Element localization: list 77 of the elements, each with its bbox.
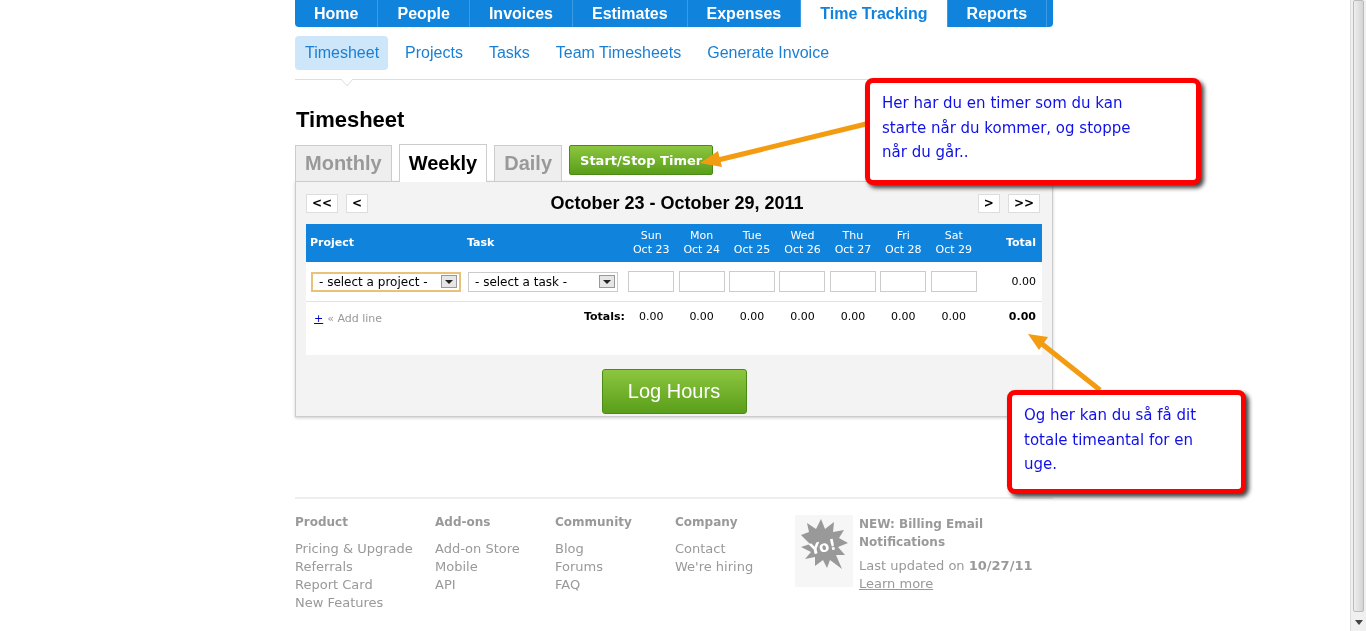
footer-link[interactable]: Report Card bbox=[295, 576, 435, 594]
hours-input[interactable] bbox=[729, 271, 776, 292]
subnav-tab[interactable]: Projects bbox=[395, 36, 472, 70]
column-header: Task bbox=[463, 224, 626, 262]
nav-tab[interactable]: Estimates bbox=[572, 0, 688, 27]
hours-input[interactable] bbox=[779, 271, 826, 292]
speech-burst-icon: Yo! bbox=[795, 515, 853, 587]
grand-total: 0.00 bbox=[979, 301, 1042, 331]
table-cell: 0.00 bbox=[777, 301, 828, 331]
column-header: Sun Oct 23 bbox=[626, 224, 677, 262]
first-week-button[interactable]: << bbox=[306, 193, 339, 213]
hours-input[interactable] bbox=[880, 271, 927, 292]
column-header: Tue Oct 25 bbox=[726, 224, 778, 262]
page-title: Timesheet bbox=[296, 107, 405, 133]
subnav-tab[interactable]: Generate Invoice bbox=[697, 36, 839, 70]
footer-link[interactable]: Referrals bbox=[295, 558, 435, 576]
subnav-tab[interactable]: Tasks bbox=[478, 36, 539, 70]
scrollbar[interactable] bbox=[1350, 0, 1366, 631]
previous-week-button[interactable]: < bbox=[346, 193, 369, 213]
table-cell: 0.00 bbox=[626, 301, 677, 331]
footer-link[interactable]: We're hiring bbox=[675, 558, 795, 576]
next-week-button[interactable]: > bbox=[977, 193, 1000, 213]
select-field[interactable]: - select a task - bbox=[468, 271, 618, 292]
footer-link[interactable]: Add-on Store bbox=[435, 540, 555, 558]
callout-note: Og her kan du så få dit totale timeantal for en uge. bbox=[1007, 390, 1246, 494]
footer-link[interactable]: Mobile bbox=[435, 558, 555, 576]
view-tab[interactable]: Monthly bbox=[295, 145, 392, 181]
hours-input[interactable] bbox=[829, 271, 876, 292]
nav-tab[interactable]: Home bbox=[295, 0, 379, 27]
select-field[interactable]: - select a project - bbox=[311, 271, 461, 292]
view-tab[interactable]: Daily bbox=[494, 145, 563, 181]
column-header: Total bbox=[979, 224, 1042, 262]
footer-link[interactable]: Forums bbox=[555, 558, 675, 576]
column-header: Mon Oct 24 bbox=[676, 224, 727, 262]
footer-heading: Product bbox=[295, 515, 349, 530]
footer-heading: Add-ons bbox=[435, 515, 492, 530]
nav-tab[interactable]: Time Tracking bbox=[801, 0, 948, 27]
start-stop-timer-button[interactable]: Start/Stop Timer bbox=[569, 145, 714, 175]
footer-link[interactable]: Pricing & Upgrade bbox=[295, 540, 435, 558]
hours-input[interactable] bbox=[678, 271, 725, 292]
week-title: October 23 - October 29, 2011 bbox=[549, 192, 805, 214]
news-title: NEW: Billing Email Notifications bbox=[859, 516, 985, 551]
table-cell: 0.00 bbox=[928, 301, 979, 331]
table-cell: 0.00 bbox=[676, 301, 727, 331]
last-week-button[interactable]: >> bbox=[1007, 193, 1040, 213]
hours-input[interactable] bbox=[628, 271, 675, 292]
footer-link[interactable]: New Features bbox=[295, 594, 435, 612]
totals-label: Totals: bbox=[463, 301, 626, 331]
column-header: Wed Oct 26 bbox=[777, 224, 828, 262]
log-hours-button[interactable]: Log Hours bbox=[601, 369, 747, 414]
add-line-link[interactable]: + bbox=[314, 311, 324, 325]
view-tab[interactable]: Weekly bbox=[398, 144, 488, 182]
column-header: Sat Oct 29 bbox=[928, 224, 979, 262]
scroll-down-arrow-icon[interactable] bbox=[1355, 620, 1363, 625]
table-cell: 0.00 bbox=[878, 301, 929, 331]
table-cell: 0.00 bbox=[827, 301, 879, 331]
footer-heading: Community bbox=[555, 515, 633, 530]
table-cell: 0.00 bbox=[726, 301, 778, 331]
nav-tab[interactable]: Invoices bbox=[469, 0, 573, 27]
footer-link[interactable]: Contact bbox=[675, 540, 795, 558]
callout-note: Her har du en timer som du kan starte når du kommer, og stoppe når du går.. bbox=[865, 78, 1201, 185]
table-cell: 0.00 bbox=[979, 262, 1042, 302]
column-header: Fri Oct 28 bbox=[878, 224, 929, 262]
subnav-tab[interactable]: Team Timesheets bbox=[545, 36, 691, 70]
learn-more-link[interactable]: Learn more bbox=[859, 575, 1033, 593]
footer-link[interactable]: API bbox=[435, 576, 555, 594]
subnav-tab[interactable]: Timesheet bbox=[295, 36, 389, 70]
nav-tab[interactable]: People bbox=[378, 0, 470, 27]
footer-heading: Company bbox=[675, 515, 739, 530]
add-line-label: « Add line bbox=[327, 311, 383, 325]
column-header: Project bbox=[306, 224, 463, 262]
nav-tab[interactable]: Reports bbox=[947, 0, 1048, 27]
hours-input[interactable] bbox=[930, 271, 977, 292]
footer-link[interactable]: FAQ bbox=[555, 576, 675, 594]
last-updated-text: Last updated on 10/27/11 bbox=[859, 557, 1033, 575]
column-header: Thu Oct 27 bbox=[827, 224, 879, 262]
footer-link[interactable]: Blog bbox=[555, 540, 675, 558]
